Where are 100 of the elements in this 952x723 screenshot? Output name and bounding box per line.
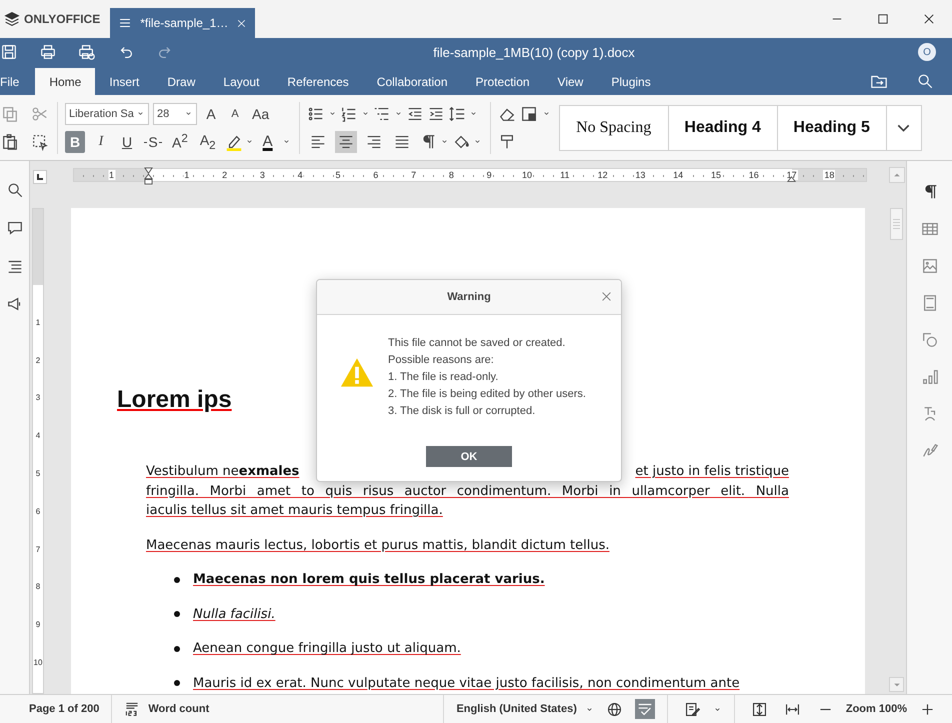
menu-tab[interactable]: Protection	[462, 68, 544, 95]
bullet-icon	[174, 576, 180, 583]
list-item-text: Maecenas non lorem quis tellus placerat varius.	[193, 572, 545, 588]
superscript-button[interactable]: A$^{2}$	[169, 130, 191, 152]
menu-tab[interactable]: View	[544, 68, 598, 95]
ruler-number: 13	[634, 170, 646, 180]
ruler-number: 10	[33, 658, 43, 668]
decrease-font-button[interactable]: A	[225, 102, 245, 124]
ruler-number: 7	[34, 544, 42, 555]
quick-print-icon[interactable]	[78, 43, 96, 61]
zoom-level: Zoom 100%	[846, 703, 907, 715]
increase-font-button[interactable]: A	[201, 102, 221, 124]
word-count-label[interactable]: Word count	[148, 703, 210, 715]
align-center-button[interactable]	[334, 130, 357, 152]
search-icon[interactable]	[6, 181, 24, 199]
style-preset[interactable]: No Spacing	[560, 106, 669, 150]
table-icon[interactable]	[920, 220, 938, 238]
ruler-number: 5	[334, 170, 342, 180]
font-name-field[interactable]: Liberation Sa	[65, 102, 149, 124]
page-indicator[interactable]: Page 1 of 200	[0, 703, 100, 715]
paragraph-line: iaculis tellus sit amet mauris tempus fringilla.	[146, 503, 443, 518]
dialog-title: Warning	[447, 291, 491, 303]
shape-icon[interactable]	[920, 331, 938, 349]
dialog-message: 3. The disk is full or corrupted.	[388, 404, 536, 419]
bullet-icon	[174, 611, 180, 618]
select-all-icon[interactable]	[31, 132, 49, 150]
save-icon[interactable]	[0, 43, 18, 61]
dialog-message: This file cannot be saved or created.	[388, 336, 566, 351]
ruler-number: 4	[296, 170, 304, 180]
ruler-number: 4	[34, 431, 42, 442]
ruler-number: 9	[34, 620, 42, 630]
copy-icon[interactable]	[1, 104, 19, 122]
font-color-button[interactable]: A	[258, 130, 278, 152]
indent-marker[interactable]	[144, 166, 153, 186]
subscript-button[interactable]: A$_{2}$	[196, 130, 219, 152]
document-tab[interactable]: *file-sample_1…	[110, 8, 256, 38]
ruler-number: 3	[258, 170, 266, 180]
menu-tab[interactable]: Collaboration	[362, 68, 462, 95]
chevron-down-icon	[897, 124, 910, 132]
bullet-icon	[174, 646, 180, 652]
menu-tab[interactable]: Insert	[95, 68, 154, 95]
change-case-button[interactable]: Aa	[249, 102, 272, 124]
ruler-number: 9	[486, 170, 493, 180]
image-icon[interactable]	[920, 257, 938, 275]
underline-button[interactable]: U	[117, 130, 137, 152]
close-tab-icon[interactable]	[236, 18, 248, 28]
ruler-number: 15	[710, 170, 722, 180]
globe-icon[interactable]	[606, 700, 623, 718]
line-spacing-icon[interactable]	[448, 104, 466, 122]
ruler-number: 16	[748, 170, 760, 180]
style-preset[interactable]: Heading 4	[668, 106, 778, 150]
ruler-number: 17	[786, 170, 798, 180]
comment-icon[interactable]	[6, 219, 24, 237]
numbered-list-icon[interactable]	[340, 104, 358, 122]
ruler-number: 18	[823, 170, 836, 180]
menu-icon[interactable]	[118, 16, 132, 30]
vertical-ruler[interactable]: 1 2 3 4 5 6 7 8 9 10	[32, 208, 44, 694]
menu-tab[interactable]: Draw	[153, 68, 210, 95]
shading-icon[interactable]	[520, 104, 538, 122]
word-count-icon[interactable]	[124, 701, 140, 717]
vertical-scrollbar[interactable]	[889, 208, 904, 694]
menu-tab[interactable]: File	[0, 68, 36, 95]
font-size-field[interactable]: 28	[153, 102, 197, 124]
user-avatar[interactable]: O	[918, 43, 936, 61]
menu-tab[interactable]: References	[273, 68, 363, 95]
menu-tab[interactable]: Layout	[209, 68, 274, 95]
search-icon[interactable]	[916, 72, 934, 90]
list-item-text: Aenean congue fringilla justo ut aliquam.	[193, 641, 461, 656]
language-selector[interactable]: English (United States)	[456, 703, 577, 715]
horizontal-ruler[interactable]: 1 1 2 3 4 5 6 7 8 9 10 11 12 13 14 15 16 17 18	[73, 168, 867, 182]
ok-button[interactable]: OK	[426, 446, 512, 467]
ruler-number: 6	[372, 170, 380, 180]
document-title: file-sample_1MB(10) (copy 1).docx	[432, 44, 636, 60]
close-icon[interactable]	[600, 290, 613, 303]
app-name: ONLYOFFICE	[24, 12, 100, 26]
chart-icon[interactable]	[920, 368, 938, 386]
paragraph-line: fringilla. Morbi amet to quis risus auctor condimentum. Morbi in ullamcorper elit. Nulla	[146, 484, 789, 498]
scrollbar-thumb[interactable]	[890, 208, 903, 240]
cut-icon[interactable]	[31, 104, 49, 122]
warning-icon	[340, 357, 374, 388]
ruler-number: 1	[108, 170, 115, 180]
ruler-number: 14	[672, 170, 684, 180]
tab-stop-selector[interactable]	[33, 170, 47, 184]
print-icon[interactable]	[39, 43, 57, 61]
ruler-number: 7	[410, 170, 418, 180]
paste-icon[interactable]	[1, 132, 19, 150]
track-changes-icon[interactable]	[684, 700, 701, 718]
ruler-number: 8	[448, 170, 455, 180]
ruler-number: 1	[34, 318, 42, 328]
paragraph-text: Maecenas mauris lectus, lobortis et purus mattis, blandit dictum tellus.	[146, 538, 610, 552]
spellcheck-button[interactable]	[634, 699, 655, 719]
bold-button[interactable]: B	[65, 130, 85, 152]
ruler-number: 5	[34, 469, 42, 479]
fit-page-icon[interactable]	[750, 700, 768, 718]
menu-tab[interactable]: Home	[35, 68, 96, 95]
italic-button[interactable]: I	[91, 130, 111, 152]
paragraph-line: et justo in felis tristique	[635, 463, 789, 481]
ruler-number: 12	[596, 170, 609, 180]
menu-tab[interactable]: Plugins	[597, 68, 665, 95]
ruler-number: 8	[34, 582, 42, 592]
